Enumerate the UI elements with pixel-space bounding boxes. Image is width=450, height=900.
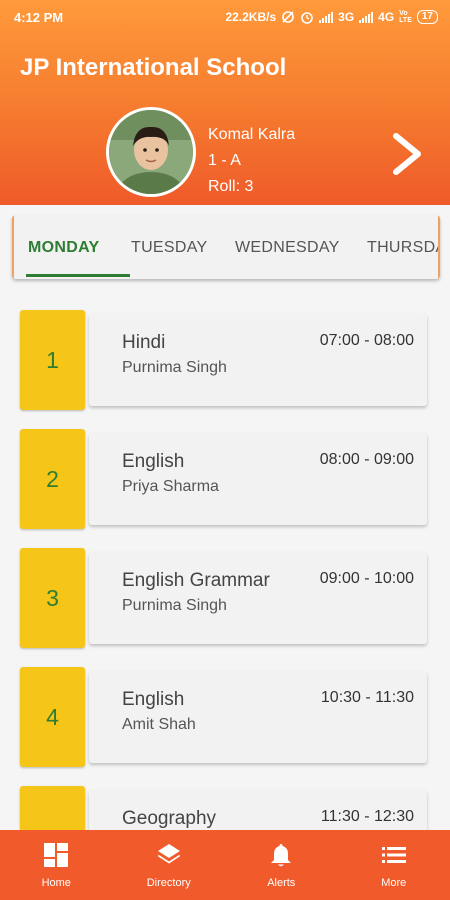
student-name: Komal Kalra [208, 126, 296, 143]
nav-more-label: More [381, 877, 407, 889]
nav-directory-label: Directory [146, 877, 191, 889]
data-saver-icon [282, 11, 294, 23]
student-roll: Roll: 3 [208, 178, 254, 195]
day-tabs: MONDAY TUESDAY WEDNESDAY THURSDAY [12, 215, 440, 279]
period-number: 1 [20, 310, 85, 410]
nav-alerts-label: Alerts [267, 877, 296, 889]
teacher-name: Priya Sharma [122, 478, 219, 495]
teacher-name: Amit Shah [122, 716, 196, 733]
school-name: JP International School [20, 54, 287, 81]
period-card[interactable]: Hindi Purnima Singh 07:00 - 08:00 [89, 314, 427, 406]
period-card[interactable]: English Grammar Purnima Singh 09:00 - 10… [89, 552, 427, 644]
student-info: Komal Kalra 1 - A Roll: 3 [208, 122, 295, 200]
period-card[interactable]: English Amit Shah 10:30 - 11:30 [89, 671, 427, 763]
tab-tuesday[interactable]: TUESDAY [131, 215, 207, 279]
volte-icon: Vo LTE [399, 10, 412, 24]
nav-home[interactable]: Home [0, 830, 113, 900]
subject-name: English [122, 689, 185, 710]
period-row[interactable]: 3 English Grammar Purnima Singh 09:00 - … [20, 548, 430, 648]
period-time: 11:30 - 12:30 [320, 808, 414, 825]
header: 4:12 PM 22.2KB/s 3G 4G Vo LTE 17 JP Inter… [0, 0, 450, 205]
battery-icon: 17 [416, 10, 438, 24]
tab-wednesday[interactable]: WEDNESDAY [235, 215, 340, 279]
network-3g-label: 3G [338, 10, 355, 24]
period-time: 08:00 - 09:00 [319, 451, 414, 468]
network-4g-label: 4G [378, 10, 395, 24]
student-avatar[interactable] [106, 107, 196, 197]
dashboard-icon [44, 843, 69, 867]
tab-monday[interactable]: MONDAY [28, 215, 99, 279]
teacher-name: Purnima Singh [122, 359, 227, 376]
period-row[interactable]: 4 English Amit Shah 10:30 - 11:30 [20, 667, 430, 767]
list-icon [381, 847, 406, 863]
teacher-name: Purnima Singh [122, 597, 227, 614]
subject-name: English [122, 451, 185, 472]
nav-directory[interactable]: Directory [113, 830, 226, 900]
period-row[interactable]: 2 English Priya Sharma 08:00 - 09:00 [20, 429, 430, 529]
nav-more[interactable]: More [338, 830, 450, 900]
status-time: 4:12 PM [14, 9, 64, 25]
period-number: 3 [20, 548, 85, 648]
chevron-right-icon[interactable] [388, 132, 428, 176]
active-tab-indicator [26, 274, 130, 277]
signal-icon [319, 11, 334, 23]
subject-name: Geography [122, 808, 217, 829]
subject-name: English Grammar [122, 570, 270, 591]
status-bar: 4:12 PM 22.2KB/s 3G 4G Vo LTE 17 [0, 0, 450, 34]
period-number: 4 [20, 667, 85, 767]
layers-icon [157, 844, 181, 864]
nav-home-label: Home [41, 877, 71, 889]
period-row[interactable]: 1 Hindi Purnima Singh 07:00 - 08:00 [20, 310, 430, 410]
bell-icon [271, 844, 292, 867]
tab-thursday[interactable]: THURSDAY [367, 215, 440, 279]
child-photo-icon [109, 110, 193, 194]
bottom-nav: Home Directory Alerts More [0, 830, 450, 900]
period-time: 10:30 - 11:30 [320, 689, 414, 706]
period-time: 09:00 - 10:00 [319, 570, 414, 587]
signal-icon-2 [359, 11, 374, 23]
period-card[interactable]: English Priya Sharma 08:00 - 09:00 [89, 433, 427, 525]
network-speed: 22.2KB/s [225, 10, 277, 24]
period-time: 07:00 - 08:00 [319, 332, 414, 349]
status-indicators: 22.2KB/s 3G 4G Vo LTE 17 [225, 10, 438, 24]
student-class: 1 - A [208, 152, 241, 169]
nav-alerts[interactable]: Alerts [225, 830, 338, 900]
alarm-icon [301, 12, 313, 24]
period-number: 2 [20, 429, 85, 529]
subject-name: Hindi [122, 332, 166, 353]
